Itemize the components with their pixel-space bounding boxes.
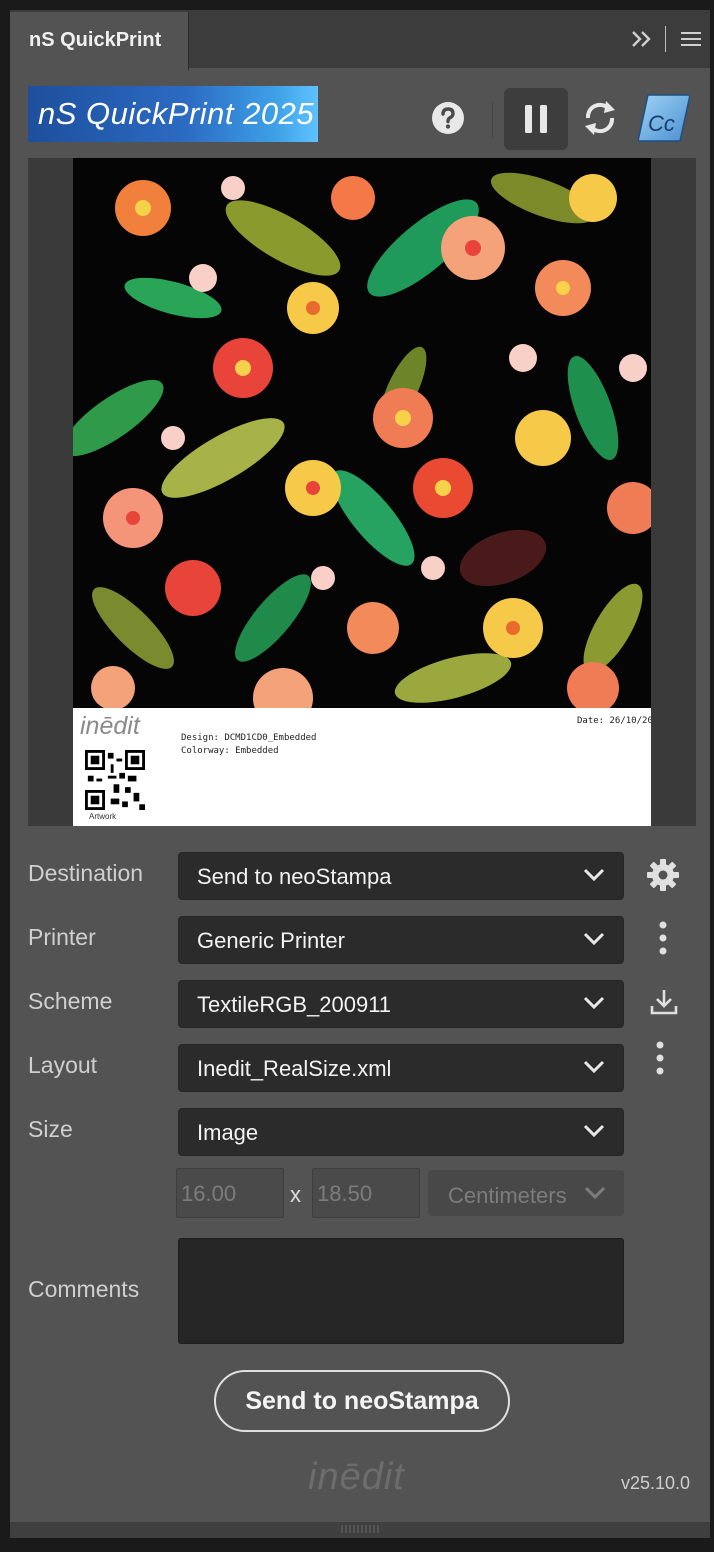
help-icon[interactable] xyxy=(430,100,466,136)
scheme-select[interactable]: TextileRGB_200911 xyxy=(178,980,624,1028)
destination-value: Send to neoStampa xyxy=(197,864,392,889)
tab-quickprint[interactable]: nS QuickPrint xyxy=(10,12,189,70)
svg-text:Cc: Cc xyxy=(648,111,675,136)
print-preview: inēdit Artwork Design: DCMD1CD0_Embedded… xyxy=(28,158,696,826)
resize-grip-icon[interactable] xyxy=(340,1524,380,1534)
chevron-down-icon xyxy=(583,868,605,882)
gear-icon[interactable] xyxy=(646,858,680,892)
layout-more-icon[interactable] xyxy=(650,1040,670,1076)
printer-label: Printer xyxy=(28,924,96,950)
logo-text: nS QuickPrint 2025 xyxy=(38,96,315,131)
comments-textarea[interactable] xyxy=(178,1238,624,1344)
size-label: Size xyxy=(28,1116,73,1142)
quickprint-logo: nS QuickPrint 2025 xyxy=(28,86,318,142)
chevron-down-icon xyxy=(584,1186,606,1200)
tab-divider xyxy=(665,26,666,52)
unit-select[interactable]: Centimeters xyxy=(428,1170,624,1216)
tab-title: nS QuickPrint xyxy=(29,29,162,51)
chevron-down-icon xyxy=(583,996,605,1010)
header-divider xyxy=(492,102,493,138)
dimension-separator: x xyxy=(290,1182,301,1207)
label-colorway-line: Colorway: Embedded xyxy=(181,746,279,756)
download-icon[interactable] xyxy=(650,988,678,1016)
floral-pattern-preview xyxy=(73,158,651,708)
printer-more-icon[interactable] xyxy=(653,920,673,956)
panel-menu-icon[interactable] xyxy=(680,30,702,48)
destination-select[interactable]: Send to neoStampa xyxy=(178,852,624,900)
width-value: 16.00 xyxy=(181,1181,237,1206)
pause-button[interactable] xyxy=(504,88,568,150)
collapse-panel-icon[interactable] xyxy=(630,28,654,50)
height-value: 18.50 xyxy=(317,1181,373,1206)
destination-label: Destination xyxy=(28,860,144,886)
send-to-neostampa-button[interactable]: Send to neoStampa xyxy=(214,1370,510,1432)
comments-label: Comments xyxy=(28,1276,140,1302)
quickprint-panel: nS QuickPrint nS QuickPrint 2025 Cc inēd… xyxy=(10,10,710,1538)
version-label: v25.10.0 xyxy=(621,1473,691,1493)
label-design-line: Design: DCMD1CD0_Embedded xyxy=(181,733,317,743)
qr-code xyxy=(85,750,145,810)
printer-value: Generic Printer xyxy=(197,928,345,953)
width-input[interactable]: 16.00 xyxy=(176,1168,284,1218)
layout-value: Inedit_RealSize.xml xyxy=(197,1056,392,1081)
scheme-value: TextileRGB_200911 xyxy=(197,992,392,1017)
layout-label: Layout xyxy=(28,1052,98,1078)
pause-icon xyxy=(525,105,547,133)
unit-value: Centimeters xyxy=(448,1183,567,1208)
scheme-label: Scheme xyxy=(28,988,113,1014)
sync-icon[interactable] xyxy=(580,96,620,140)
panel-tab-bar: nS QuickPrint xyxy=(10,10,710,70)
chevron-down-icon xyxy=(583,1124,605,1138)
label-date: Date: 26/10/20 xyxy=(577,716,651,726)
chevron-down-icon xyxy=(583,932,605,946)
size-value: Image xyxy=(197,1120,259,1145)
chevron-down-icon xyxy=(583,1060,605,1074)
label-design-info: Design: DCMD1CD0_Embedded Colorway: Embe… xyxy=(181,732,316,758)
footer-logo: inēdit xyxy=(308,1456,405,1498)
layout-select[interactable]: Inedit_RealSize.xml xyxy=(178,1044,624,1092)
printer-select[interactable]: Generic Printer xyxy=(178,916,624,964)
size-select[interactable]: Image xyxy=(178,1108,624,1156)
label-logo: inēdit xyxy=(80,712,140,740)
adobe-cc-icon[interactable]: Cc xyxy=(638,93,690,143)
height-input[interactable]: 18.50 xyxy=(312,1168,420,1218)
print-label-strip: inēdit Artwork Design: DCMD1CD0_Embedded… xyxy=(73,708,651,826)
qr-caption: Artwork xyxy=(89,812,117,821)
